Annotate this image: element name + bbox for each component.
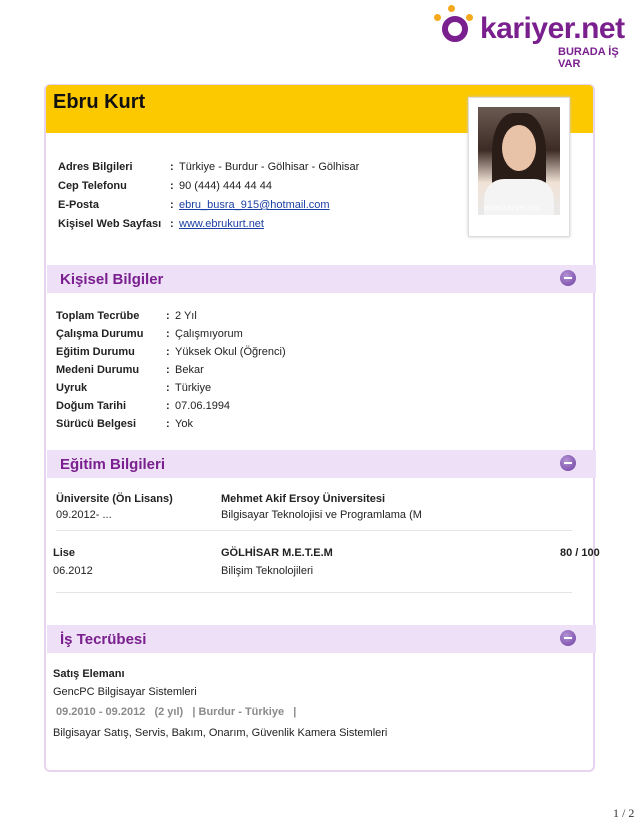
email-link[interactable]: ebru_busra_915@hotmail.com <box>179 198 330 212</box>
job-company: GencPC Bilgisayar Sistemleri <box>53 686 197 698</box>
education-school: Mehmet Akif Ersoy Üniversitesi <box>221 493 386 505</box>
education-school: GÖLHİSAR M.E.T.E.M <box>221 547 333 559</box>
logo-wordmark: kariyer.net <box>480 12 625 45</box>
collapse-minus-icon[interactable] <box>560 455 576 471</box>
photo-watermark: www.kariyer.net <box>484 203 541 212</box>
phone-value: 90 (444) 444 44 44 <box>179 180 272 192</box>
section-title: Kişisel Bilgiler <box>60 271 164 288</box>
contact-label: Cep Telefonu <box>58 180 127 192</box>
photo-image: www.kariyer.net <box>478 107 560 215</box>
section-education-header: Eğitim Bilgileri <box>47 450 596 478</box>
logo-dot-icon <box>448 5 455 12</box>
education-level: Üniversite (Ön Lisans) <box>56 493 173 505</box>
education-program: Bilişim Teknolojileri <box>221 565 314 577</box>
profile-photo: www.kariyer.net <box>468 97 570 237</box>
collapse-minus-icon[interactable] <box>560 270 576 286</box>
address-value: Türkiye - Burdur - Gölhisar - Gölhisar <box>179 161 360 173</box>
education-level: Lise <box>53 547 76 559</box>
section-title: Eğitim Bilgileri <box>60 456 166 473</box>
contact-label: Adres Bilgileri <box>58 161 133 173</box>
education-date: 06.2012 <box>53 565 93 577</box>
education-program: Bilgisayar Teknolojisi ve Programlama (M <box>221 509 422 521</box>
divider <box>56 592 572 593</box>
job-period: 09.2010 - 09.2012 (2 yıl) | Burdur - Tür… <box>56 706 297 718</box>
candidate-name: Ebru Kurt <box>53 91 146 113</box>
logo-dot-icon <box>466 14 473 21</box>
section-experience-header: İş Tecrübesi <box>47 625 596 653</box>
job-description: Bilgisayar Satış, Servis, Bakım, Onarım,… <box>53 727 388 739</box>
logo-slogan: BURADA İŞ VAR <box>558 46 619 70</box>
education-date: 09.2012- ... <box>56 509 112 521</box>
section-personal-header: Kişisel Bilgiler <box>47 265 596 293</box>
section-title: İş Tecrübesi <box>60 631 147 648</box>
contact-label: E-Posta <box>58 199 99 211</box>
page-number: 1 / 2 <box>613 806 635 820</box>
education-grade: 80 / 100 <box>560 547 600 559</box>
logo-dot-icon <box>434 14 441 21</box>
website-link[interactable]: www.ebrukurt.net <box>179 217 264 231</box>
kariyer-logo: kariyer.net BURADA İŞ VAR <box>430 4 630 70</box>
contact-label: Kişisel Web Sayfası <box>58 218 162 230</box>
collapse-minus-icon[interactable] <box>560 630 576 646</box>
divider <box>56 530 572 531</box>
logo-ring-icon <box>442 16 468 42</box>
job-position: Satış Elemanı <box>53 668 125 680</box>
